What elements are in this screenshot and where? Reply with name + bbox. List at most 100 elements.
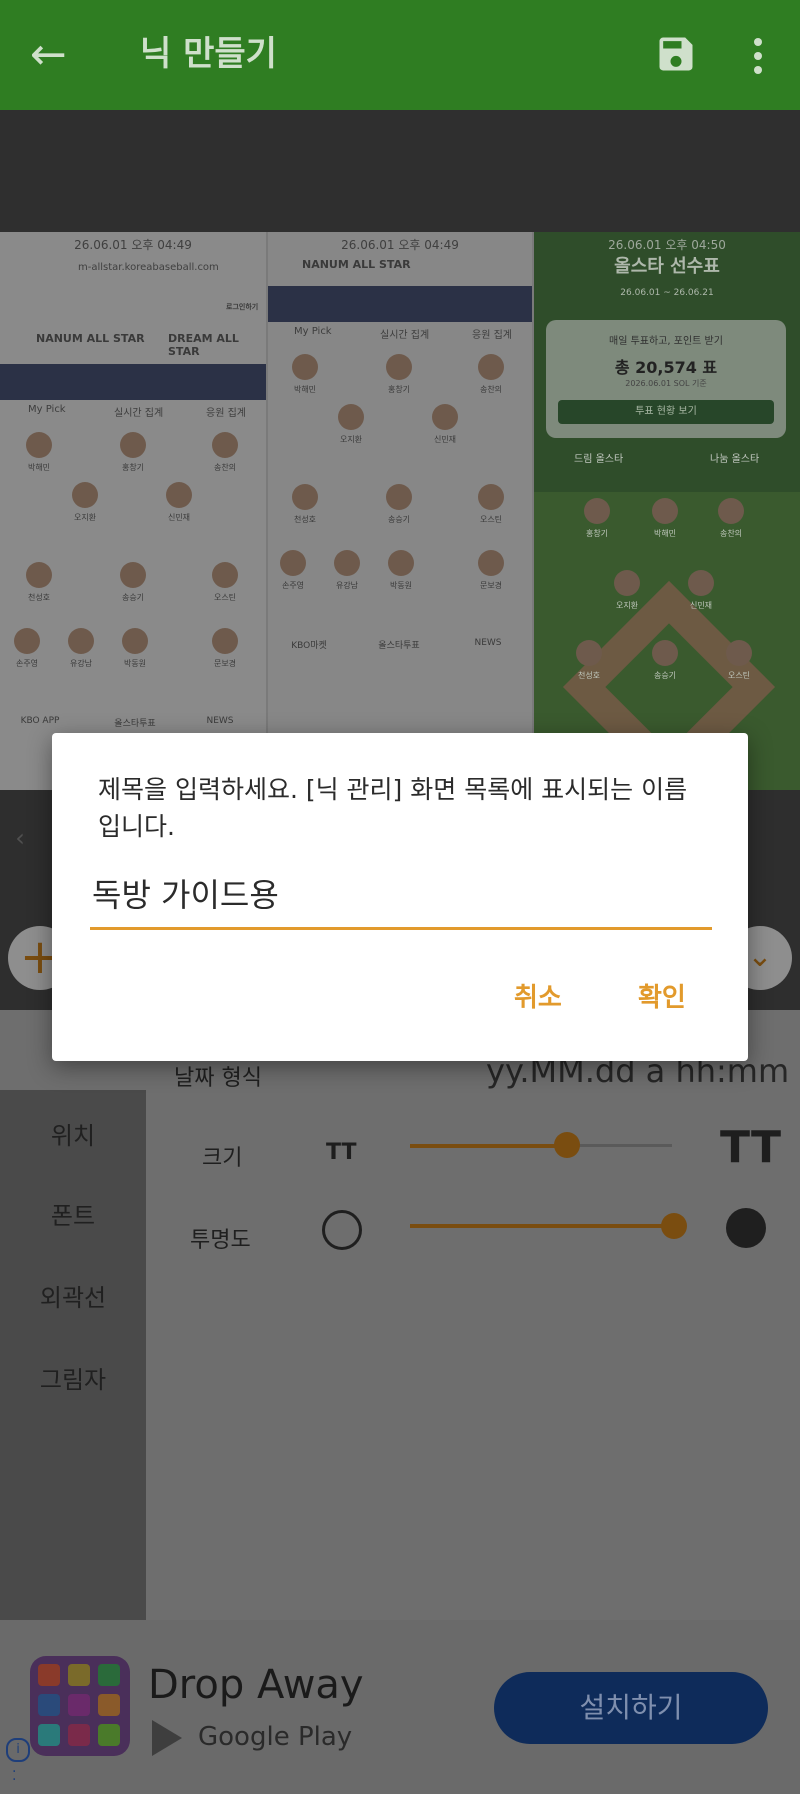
nav-kbo-app: KBO APP [20, 716, 60, 726]
screenshot-2: 26.06.01 오후 04:49 NANUM ALL STAR My Pick… [268, 232, 532, 790]
title-input-dialog: 제목을 입력하세요. [닉 관리] 화면 목록에 표시되는 이름입니다. 취소 … [52, 733, 748, 1061]
player-avatar [14, 628, 40, 654]
ad-store: Google Play [198, 1722, 353, 1752]
player-avatar [280, 550, 306, 576]
player-name: 천성호 [27, 593, 51, 602]
player-avatar [718, 498, 744, 524]
player-avatar [432, 404, 458, 430]
team-bar [268, 286, 532, 322]
player-name: 박해민 [293, 385, 317, 394]
player-avatar [478, 484, 504, 510]
player-name: 오스틴 [727, 671, 751, 680]
player-avatar [478, 550, 504, 576]
vote-header: 올스타 선수표 [614, 256, 720, 277]
nav-news: NEWS [206, 716, 234, 726]
vote-status-button: 투표 현황 보기 [558, 400, 774, 424]
logo-text-2: DREAM ALL STAR [168, 332, 239, 358]
player-avatar [584, 498, 610, 524]
player-avatar [166, 482, 192, 508]
transparent-circle-icon [322, 1210, 362, 1250]
tab-cheer: 응원 집계 [206, 408, 246, 419]
cancel-button[interactable]: 취소 [514, 977, 562, 1014]
player-name: 송찬의 [719, 529, 743, 538]
player-avatar [388, 550, 414, 576]
player-name: 손주영 [15, 659, 39, 668]
opacity-slider-thumb[interactable] [661, 1213, 687, 1239]
sidebar-item-shadow[interactable]: 그림자 [0, 1360, 146, 1395]
size-slider-thumb[interactable] [554, 1132, 580, 1158]
tab-realtime: 실시간 집계 [114, 408, 164, 419]
player-avatar [72, 482, 98, 508]
sidebar-item-outline[interactable]: 외곽선 [0, 1278, 146, 1313]
settings-sidebar: 위치 폰트 외곽선 그림자 [0, 1090, 146, 1620]
tab-my-pick: My Pick [294, 326, 332, 337]
player-avatar [212, 432, 238, 458]
back-arrow-icon[interactable]: ← [30, 30, 80, 80]
player-name: 송찬의 [479, 385, 503, 394]
status-time: 26.06.01 오후 04:49 [74, 238, 192, 252]
status-time: 26.06.01 오후 04:49 [341, 238, 459, 252]
player-name: 홍창기 [585, 529, 609, 538]
player-avatar [652, 640, 678, 666]
confirm-button[interactable]: 확인 [638, 977, 686, 1014]
ad-menu-icon[interactable]: · · [12, 1765, 16, 1787]
more-vert-icon[interactable] [748, 36, 768, 76]
image-preview: 26.06.01 오후 04:49 m-allstar.koreabasebal… [0, 232, 800, 790]
ad-banner[interactable]: Drop Away Google Play 설치하기 [0, 1620, 800, 1794]
install-button[interactable]: 설치하기 [494, 1672, 768, 1744]
sidebar-item-font[interactable]: 폰트 [0, 1196, 146, 1231]
date-format-label: 날짜 형식 [174, 1066, 262, 1091]
player-name: 박동원 [123, 659, 147, 668]
app-bar: ← 닉 만들기 [0, 0, 800, 110]
player-avatar [334, 550, 360, 576]
player-avatar [576, 640, 602, 666]
tab-realtime: 실시간 집계 [380, 330, 430, 341]
vote-date: 2026.06.01 SOL 기준 [625, 379, 707, 388]
player-name: 신민재 [433, 435, 457, 444]
url-text: m-allstar.koreabaseball.com [78, 262, 219, 273]
player-avatar [212, 628, 238, 654]
player-name: 유강남 [335, 581, 359, 590]
tab-nanum: 나눔 올스타 [710, 454, 760, 465]
player-name: 송찬의 [213, 463, 237, 472]
player-avatar [120, 432, 146, 458]
size-label: 크기 [202, 1146, 243, 1171]
player-avatar [478, 354, 504, 380]
title-input[interactable] [90, 865, 712, 930]
player-name: 오스틴 [479, 515, 503, 524]
google-play-icon [152, 1720, 182, 1756]
player-name: 홍창기 [121, 463, 145, 472]
player-avatar [386, 354, 412, 380]
vote-caption: 매일 투표하고, 포인트 받기 [609, 336, 723, 347]
app-icon [30, 1656, 130, 1756]
player-name: 송승기 [121, 593, 145, 602]
text-size-small-icon: TT [326, 1140, 357, 1165]
screenshot-3: 26.06.01 오후 04:50 올스타 선수표 26.06.01 ~ 26.… [534, 232, 800, 790]
opacity-slider-fill [410, 1224, 674, 1228]
player-name: 손주영 [281, 581, 305, 590]
vote-summary-card: 매일 투표하고, 포인트 받기 총 20,574 표 2026.06.01 SO… [546, 320, 786, 438]
dialog-message: 제목을 입력하세요. [닉 관리] 화면 목록에 표시되는 이름입니다. [98, 775, 688, 841]
player-avatar [726, 640, 752, 666]
player-name: 오스틴 [213, 593, 237, 602]
player-avatar [292, 484, 318, 510]
chevron-left-icon[interactable]: ‹ [0, 818, 40, 858]
tab-row: My Pick 실시간 집계 응원 집계 [0, 404, 266, 424]
player-avatar [688, 570, 714, 596]
status-time: 26.06.01 오후 04:50 [608, 238, 726, 252]
player-avatar [68, 628, 94, 654]
player-name: 신민재 [689, 601, 713, 610]
ad-info-icon[interactable]: i [6, 1738, 30, 1762]
player-avatar [614, 570, 640, 596]
save-icon[interactable] [654, 32, 698, 76]
player-avatar [120, 562, 146, 588]
sidebar-item-position[interactable]: 위치 [0, 1116, 146, 1151]
player-avatar [212, 562, 238, 588]
player-name: 박해민 [653, 529, 677, 538]
player-name: 오지환 [339, 435, 363, 444]
player-name: 문보경 [213, 659, 237, 668]
player-avatar [122, 628, 148, 654]
player-avatar [386, 484, 412, 510]
ad-title: Drop Away [148, 1662, 364, 1708]
player-name: 오지환 [615, 601, 639, 610]
